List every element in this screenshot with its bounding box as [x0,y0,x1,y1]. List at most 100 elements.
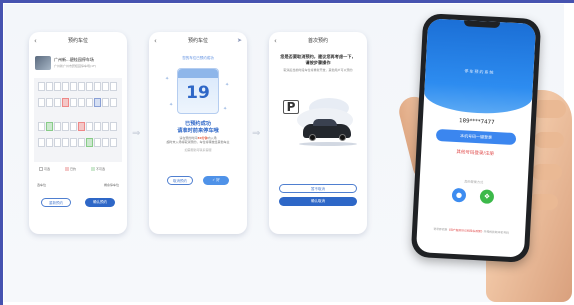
sparkle-icon: ✦ [169,102,174,108]
parking-slot[interactable] [86,98,93,107]
car-icon [303,119,351,141]
chevron-left-icon[interactable]: ‹ [154,32,157,50]
showcase-stage: ‹ 预约车位 广州新...碧桂园停车场 广州新广州市碧桂园停车场(1F) 可选 … [4,4,572,302]
frame-left-border [0,0,3,305]
parking-slot[interactable] [102,82,109,91]
info-left: 选车位 [37,183,47,187]
parking-slot[interactable] [62,82,69,91]
parking-slot[interactable] [62,122,69,131]
parking-slot[interactable] [54,122,61,131]
parking-slot[interactable] [46,122,53,131]
slot-info-row: 选车位 剩余停车位 [35,183,121,191]
parking-slot[interactable] [102,122,109,131]
screen2-header: ‹ 预约车位 ➤ [149,32,247,50]
screen1-header: ‹ 预约车位 [29,32,127,50]
confirm-booking-button[interactable]: 确认预约 [85,198,115,207]
finger-illustration [534,132,564,148]
parking-slot[interactable] [54,82,61,91]
image-frame: ‹ 预约车位 广州新...碧桂园停车场 广州新广州市碧桂园停车场(1F) 可选 … [0,0,574,305]
parking-slot[interactable] [38,98,45,107]
agreement-link[interactable]: 《用户服务协议和隐私政策》 [447,228,484,234]
parking-slot[interactable] [70,98,77,107]
parking-slot[interactable] [86,122,93,131]
finger-illustration [532,164,562,180]
parking-slot[interactable] [46,82,53,91]
parking-slot[interactable] [78,98,85,107]
parking-slot[interactable] [54,138,61,147]
parking-slot[interactable] [78,82,85,91]
success-note: 如需帮助可联系客服 [184,148,212,152]
one-key-login-button[interactable]: 本机号码一键登录 [435,128,517,146]
app-title: 停车预约系统 [464,68,495,75]
screen1-title: 预约车位 [67,38,88,44]
screen2-title: 预约车位 [187,38,208,44]
parking-illustration: P [279,92,357,162]
parking-slot[interactable] [54,98,61,107]
parking-slot[interactable] [110,98,117,107]
cancel-booking-button[interactable]: 取消预约 [167,176,193,185]
wechat-icon[interactable]: ❖ [479,189,495,205]
keep-booking-button[interactable]: 暂不取消 [279,184,357,193]
confirm-cancel-button[interactable]: 确认取消 [279,197,357,206]
parking-slot[interactable] [70,122,77,131]
parking-lot-name: 广州新...碧桂园停车场 [54,57,94,62]
frame-top-border [0,0,574,3]
parking-slot[interactable] [102,138,109,147]
parking-slot[interactable] [110,82,117,91]
parking-sign-icon: P [283,100,299,114]
parking-slot[interactable] [62,138,69,147]
parking-slot[interactable] [38,82,45,91]
parking-slot[interactable] [110,122,117,131]
parking-slot-map[interactable] [34,78,122,162]
parking-slot[interactable] [38,122,45,131]
parking-slot[interactable] [86,138,93,147]
parking-slot[interactable] [86,82,93,91]
chevron-left-icon[interactable]: ‹ [34,32,37,50]
parking-slot[interactable] [78,122,85,131]
screen-booking-success: ‹ 预约车位 ➤ 您的车位已预约成功 ✦ ✦ ✦ ✦ 19 已预约成功 请准时前… [149,32,247,234]
legend-booked: 已约 [65,167,76,171]
success-headline-1: 已预约成功 [185,121,211,127]
parking-slot[interactable] [70,138,77,147]
cancel-subtext: 取消后当前时段车位将重新开放，其他用户可以预约 [283,68,353,72]
parking-slot[interactable] [38,138,45,147]
qq-icon[interactable]: ● [451,187,467,203]
arrow-right-icon: ⇒ [252,128,261,139]
finger-illustration [528,194,558,210]
chevron-left-icon[interactable]: ‹ [274,32,277,50]
parking-slot[interactable] [62,98,69,107]
parking-slot[interactable] [94,98,101,107]
car-wheel [309,134,316,141]
parking-lot-card[interactable]: 广州新...碧桂园停车场 广州新广州市碧桂园停车场(1F) [35,54,121,74]
parking-slot[interactable] [94,122,101,131]
other-number-login-link[interactable]: 其他号码登录/注册 [421,147,529,159]
parking-slot[interactable] [46,138,53,147]
parking-slot[interactable] [46,98,53,107]
success-headline-2: 请准时前来停车哦 [177,128,219,134]
sparkle-icon: ✦ [223,106,228,112]
info-right: 剩余停车位 [103,183,119,187]
parking-slot[interactable] [94,82,101,91]
calendar-day: 19 [186,83,210,103]
masked-phone-number: 189****7477 [458,118,495,126]
send-icon[interactable]: ➤ [237,32,242,50]
car-wheel [339,134,346,141]
parking-slot[interactable] [70,82,77,91]
sparkle-icon: ✦ [225,82,230,88]
check-icon: ✓ [212,178,216,182]
device-screen: 停车预约系统 189****7477 本机号码一键登录 其他号码登录/注册 其他… [415,18,537,258]
car-shadow [299,142,357,146]
arrow-right-icon: ⇒ [132,128,141,139]
screen3-title: 首次预约 [307,38,328,44]
parking-slot[interactable] [94,138,101,147]
parking-slot[interactable] [78,138,85,147]
ok-button[interactable]: ✓ 好 [203,176,229,185]
login-header-banner: 停车预约系统 [423,18,537,116]
parking-slot[interactable] [110,138,117,147]
parking-slot[interactable] [102,98,109,107]
cancel-question: 您是否要取消预约，建议您再考虑一下，请按步骤操作 [280,54,356,65]
rebook-button[interactable]: 重新预约 [41,198,71,207]
other-login-methods-label: 其他登录方式 [464,179,484,185]
screen3-header: ‹ 首次预约 [269,32,367,50]
smartphone-device: 停车预约系统 189****7477 本机号码一键登录 其他号码登录/注册 其他… [410,13,542,263]
